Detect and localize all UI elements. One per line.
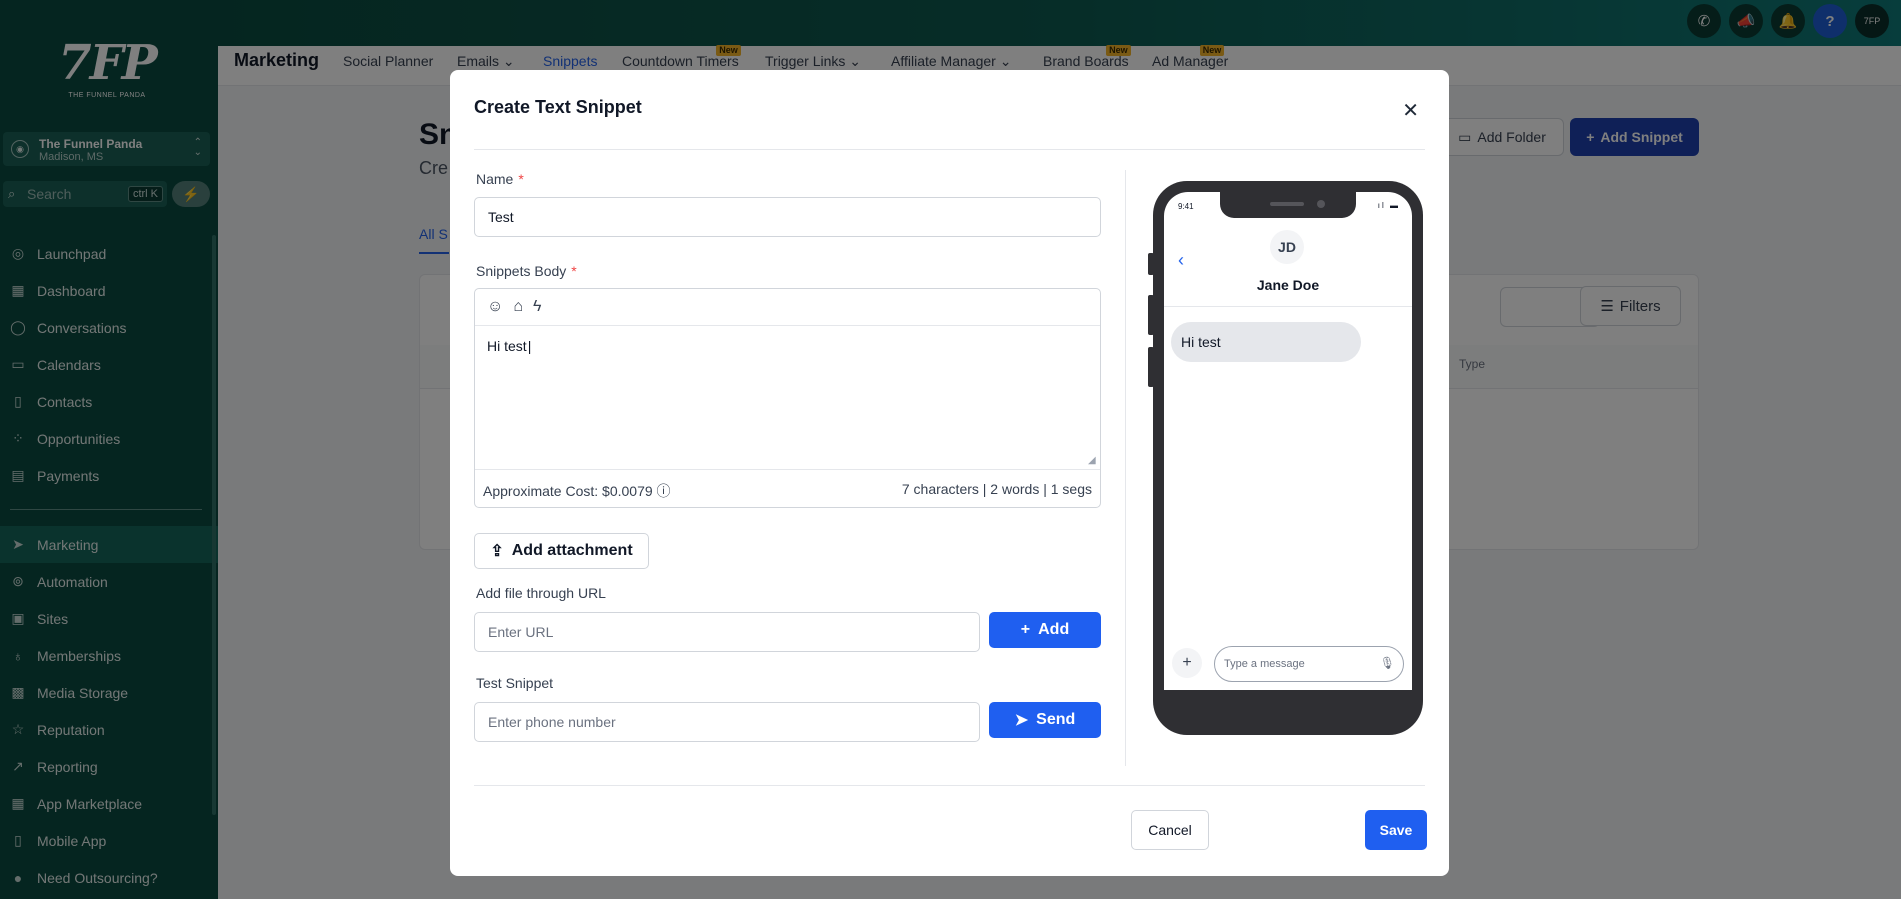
editor-footer: Approximate Cost: $0.0079 ⓘ 7 characters… <box>475 469 1100 508</box>
microphone-icon: 🎙 <box>1379 656 1395 670</box>
contact-avatar: JD <box>1270 230 1304 264</box>
snippet-body-text[interactable]: Hi test <box>487 338 531 354</box>
phone-preview: 9:41 ıl ▬ ‹ JD Jane Doe Hi test + Type a… <box>1153 181 1423 735</box>
message-input: Type a message 🎙 <box>1214 646 1404 682</box>
send-icon: ➤ <box>1014 712 1029 729</box>
modal-divider <box>474 149 1425 150</box>
send-test-button[interactable]: ➤ Send <box>989 702 1101 738</box>
preview-separator <box>1125 170 1126 766</box>
message-bubble: Hi test <box>1171 322 1361 362</box>
upload-icon: ⇪ <box>490 543 504 560</box>
emoji-icon[interactable]: ☺ <box>487 298 503 316</box>
close-icon[interactable]: ✕ <box>1402 98 1419 123</box>
modal-title: Create Text Snippet <box>474 97 642 117</box>
modal-footer-divider <box>474 785 1425 786</box>
chevron-left-icon: ‹ <box>1178 250 1184 270</box>
phone-screen: 9:41 ıl ▬ ‹ JD Jane Doe Hi test + Type a… <box>1164 192 1412 690</box>
signal-battery-icon: ıl ▬ <box>1377 201 1400 210</box>
character-counts: 7 characters | 2 words | 1 segs <box>901 481 1092 497</box>
resize-handle[interactable]: ◢ <box>1088 456 1098 466</box>
body-label: Snippets Body * <box>476 263 577 279</box>
add-attachment-button[interactable]: ⇪ Add attachment <box>474 533 649 569</box>
editor-toolbar: ☺ ⌂ ϟ <box>475 289 1100 326</box>
snippet-body-editor[interactable]: ☺ ⌂ ϟ Hi test ◢ Approximate Cost: $0.007… <box>474 288 1101 508</box>
url-input[interactable]: Enter URL <box>474 612 980 652</box>
plus-icon: + <box>1020 621 1031 638</box>
screen-divider <box>1164 306 1412 307</box>
status-time: 9:41 <box>1178 202 1194 211</box>
name-input[interactable]: Test <box>474 197 1101 237</box>
name-label: Name * <box>476 171 524 187</box>
plus-icon: + <box>1172 648 1202 678</box>
phone-notch <box>1220 192 1356 218</box>
create-snippet-modal: Create Text Snippet ✕ Name * Test Snippet… <box>450 70 1449 876</box>
approximate-cost: Approximate Cost: $0.0079 ⓘ <box>483 483 671 499</box>
phone-number-input[interactable]: Enter phone number <box>474 702 980 742</box>
save-button[interactable]: Save <box>1365 810 1427 850</box>
add-url-button[interactable]: + Add <box>989 612 1101 648</box>
cancel-button[interactable]: Cancel <box>1131 810 1209 850</box>
bolt-icon[interactable]: ϟ <box>533 298 541 316</box>
contact-name: Jane Doe <box>1256 277 1320 293</box>
file-url-label: Add file through URL <box>476 585 606 601</box>
info-icon: ⓘ <box>656 483 671 499</box>
test-snippet-label: Test Snippet <box>476 675 554 691</box>
tag-icon[interactable]: ⌂ <box>513 298 523 316</box>
